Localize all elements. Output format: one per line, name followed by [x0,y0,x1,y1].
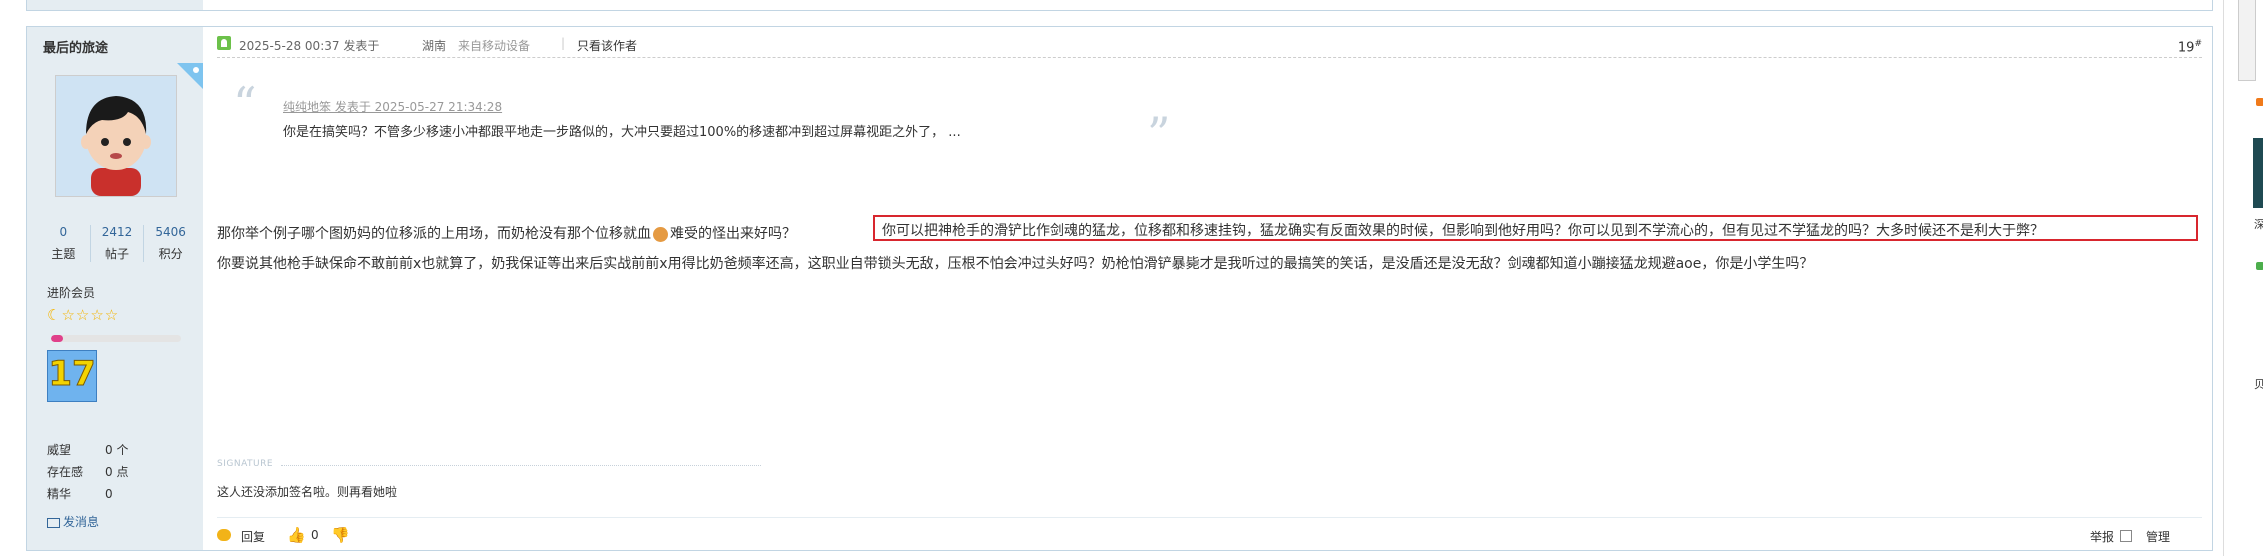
floor-number-link[interactable]: 19# [2178,39,2202,55]
attr-value: 0 [105,487,113,501]
avatar-image [56,76,176,196]
author-name-link[interactable]: 最后的旅途 [43,37,108,56]
post-body-line: 你要说其他枪手缺保命不敢前前x也就算了，奶我保证等出来后实战前前x用得比奶爸频率… [217,256,1814,272]
attr-key: 威望 [47,443,72,457]
body-text: 难受的怪出来好吗？ [670,226,796,242]
header-separator: | [561,36,566,50]
post-body-line: 那你举个例子哪个图奶妈的位移派的上用场，而奶枪没有那个位移就血 难受的怪出来好吗？ [217,223,796,243]
stat-label: 主题 [51,247,76,261]
attr-presence: 存在感 0 点 [47,463,128,480]
floor-number: 19 [2177,40,2195,56]
signature-label: SIGNATURE [217,459,274,469]
reply-button[interactable]: 回复 [241,528,265,545]
floor-mark: # [2194,39,2202,49]
green-icon [2256,262,2263,270]
send-message-label: 发消息 [63,515,100,529]
level-progress-fill [51,335,63,342]
reply-icon[interactable] [217,529,231,541]
send-message-link[interactable]: 发消息 [47,513,99,530]
forum-post: 最后的旅途 0 主题 2412 帖子 5406 积分 进阶会员 ☾☆☆☆☆ 17… [26,26,2213,551]
body-text: 那你举个例子哪个图奶妈的位移派的上用场，而奶枪没有那个位移就血 [217,226,651,242]
attr-value: 0 个 [105,443,129,457]
post-device: 来自移动设备 [458,39,531,53]
doodle-image [2254,300,2263,360]
stat-label: 帖子 [105,247,130,261]
stat-value: 5406 [155,225,186,239]
attr-value: 0 点 [105,465,129,479]
level-progress-bar [51,335,181,342]
avatar[interactable] [55,75,177,197]
envelope-icon [47,517,60,528]
quote-author-link[interactable]: 纯纯地笨 发表于 2025-05-27 21:34:28 [283,98,502,115]
post-location: 湖南 [422,39,447,53]
signature-divider [281,465,761,466]
medal-number: 17 [48,354,96,395]
author-sidebar: 最后的旅途 0 主题 2412 帖子 5406 积分 进阶会员 ☾☆☆☆☆ 17… [27,27,203,550]
stat-value: 0 [59,225,68,239]
emoji-icon [653,226,668,242]
online-status-icon [217,36,231,50]
only-author-link[interactable]: 只看该作者 [577,37,637,54]
manage-checkbox[interactable] [2120,530,2132,542]
stat-label: 积分 [158,247,183,261]
post-header: 2025-5-28 00:37 发表于 湖南 来自移动设备 | 只看该作者 19… [217,35,2202,58]
previous-post-sidebar [27,0,203,10]
signature-text: 这人还没添加签名啦。则再看她啦 [217,485,398,499]
quote-open-icon: “ [233,77,257,131]
quote-close-icon: ” [1147,107,1171,161]
attr-key: 精华 [47,487,72,501]
post-actions: 回复 👍 0 👎 举报 管理 [217,517,2202,548]
thumbs-up-icon[interactable]: 👍 [287,526,306,544]
attr-prestige: 威望 0 个 [47,441,128,458]
user-rank[interactable]: 进阶会员 [47,284,95,301]
attr-key: 存在感 [47,465,84,479]
ribbon-corner-icon [177,63,203,89]
thumbs-down-icon[interactable]: 👎 [331,526,350,544]
orange-icon [2256,98,2263,106]
stat-threads[interactable]: 0 主题 [37,225,91,262]
attr-digest: 精华 0 [47,485,113,502]
rail-text: 贝 [2254,378,2263,391]
right-sidebar-edge: 深 贝 [2223,0,2263,556]
highlight-box: 你可以把神枪手的滑铲比作剑魂的猛龙，位移都和移速挂钩，猛龙确实有反面效果的时候，… [873,215,2198,241]
stat-value: 2412 [101,225,133,239]
rail-text: 深 [2254,218,2263,231]
post-datetime: 2025-5-28 00:37 发表于 [239,39,380,53]
like-count: 0 [311,528,319,542]
previous-post-edge [26,0,2213,11]
author-stats: 0 主题 2412 帖子 5406 积分 [37,225,197,262]
scroll-button[interactable] [2238,0,2256,81]
thumbnail-image[interactable] [2253,138,2263,208]
manage-link[interactable]: 管理 [2146,528,2170,545]
rank-stars-icon: ☾☆☆☆☆ [47,306,120,324]
stat-points[interactable]: 5406 积分 [144,225,197,262]
report-link[interactable]: 举报 [2090,528,2114,545]
quote-text: 你是在搞笑吗？不管多少移速小冲都跟平地走一步路似的，大冲只要超过100%的移速都… [283,125,961,140]
highlighted-text: 你可以把神枪手的滑铲比作剑魂的猛龙，位移都和移速挂钩，猛龙确实有反面效果的时候，… [882,223,2044,239]
stat-posts[interactable]: 2412 帖子 [91,225,145,262]
medal-badge[interactable]: 17 [47,350,97,402]
post-main: 2025-5-28 00:37 发表于 湖南 来自移动设备 | 只看该作者 19… [217,27,2202,550]
